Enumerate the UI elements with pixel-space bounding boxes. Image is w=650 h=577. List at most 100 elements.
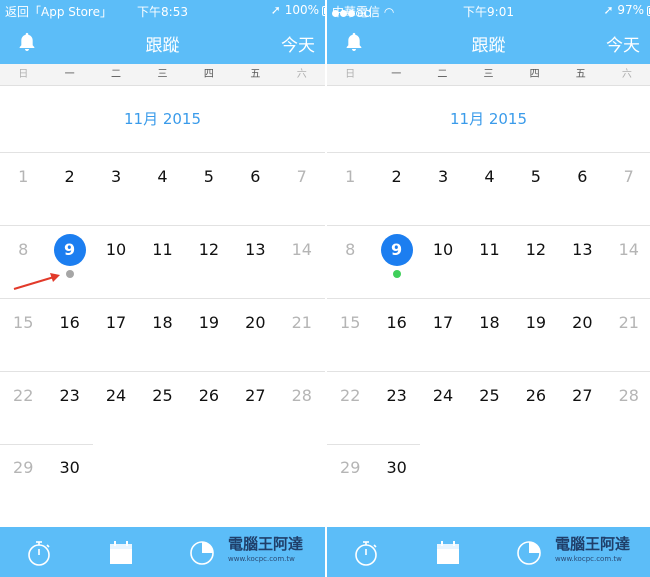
weekday-thu: 四: [203, 69, 214, 80]
day-cell[interactable]: 17: [420, 299, 466, 371]
day-cell[interactable]: 21: [606, 299, 650, 371]
weekday-wed: 三: [157, 69, 168, 80]
day-cell[interactable]: 28: [279, 372, 325, 444]
calendar-icon[interactable]: [107, 539, 135, 567]
day-cell[interactable]: 22: [0, 372, 46, 444]
day-cell[interactable]: 6: [232, 153, 278, 225]
day-cell[interactable]: 5: [513, 153, 559, 225]
status-bar: 中華電信 ◠ 下午9:01 ➚ 97%: [327, 0, 650, 20]
day-cell[interactable]: 19: [186, 299, 232, 371]
today-number: 9: [380, 234, 413, 266]
day-cell[interactable]: 13: [232, 226, 278, 298]
weekday-sun: 日: [18, 69, 29, 80]
day-cell[interactable]: 15: [327, 299, 373, 371]
day-cell[interactable]: 23: [373, 372, 419, 444]
day-cell[interactable]: 21: [279, 299, 325, 371]
day-cell[interactable]: 19: [513, 299, 559, 371]
calendar-icon[interactable]: [434, 539, 462, 567]
day-cell[interactable]: 11: [466, 226, 512, 298]
month-label: 11月 2015: [123, 110, 202, 128]
weekday-tue: 二: [111, 69, 122, 80]
weekday-tue: 二: [437, 69, 448, 80]
watermark-url: www.kocpc.com.tw: [555, 555, 622, 563]
weekday-fri: 五: [575, 69, 586, 80]
pie-chart-icon[interactable]: [188, 539, 216, 567]
today-button[interactable]: 今天: [606, 31, 640, 56]
weekday-sat: 六: [296, 69, 307, 80]
day-cell[interactable]: 23: [46, 372, 92, 444]
day-cell[interactable]: 28: [606, 372, 650, 444]
day-cell[interactable]: 22: [327, 372, 373, 444]
day-cell[interactable]: 8: [327, 226, 373, 298]
day-cell[interactable]: 16: [46, 299, 92, 371]
day-cell[interactable]: 18: [139, 299, 185, 371]
day-cell[interactable]: 20: [232, 299, 278, 371]
day-cell[interactable]: 30: [46, 444, 92, 517]
day-cell[interactable]: 25: [139, 372, 185, 444]
day-cell[interactable]: 12: [513, 226, 559, 298]
day-cell[interactable]: 14: [606, 226, 650, 298]
day-cell[interactable]: 26: [186, 372, 232, 444]
day-cell[interactable]: 17: [93, 299, 139, 371]
screen-right: 中華電信 ◠ 下午9:01 ➚ 97% 跟蹤 今天 日 一 二 三 四 五 六 …: [325, 0, 650, 577]
weekday-header: 日 一 二 三 四 五 六: [0, 64, 325, 86]
day-cell[interactable]: 5: [186, 153, 232, 225]
day-cell[interactable]: 6: [559, 153, 605, 225]
status-time: 下午9:01: [463, 5, 514, 19]
tab-bar: 電腦王阿達 www.kocpc.com.tw: [327, 527, 650, 577]
day-cell[interactable]: 15: [0, 299, 46, 371]
day-cell[interactable]: 4: [139, 153, 185, 225]
day-cell[interactable]: 4: [466, 153, 512, 225]
day-cell[interactable]: 14: [279, 226, 325, 298]
day-cell[interactable]: 16: [373, 299, 419, 371]
day-cell[interactable]: 10: [420, 226, 466, 298]
screen-left: 返回「App Store」 下午8:53 ➚ 100% 跟蹤 今天 日 一 二 …: [0, 0, 325, 577]
day-cell[interactable]: 29: [0, 444, 46, 517]
week-row: 29 30: [0, 444, 325, 517]
day-cell[interactable]: 20: [559, 299, 605, 371]
location-icon: ➚: [270, 3, 281, 17]
day-cell[interactable]: 2: [46, 153, 92, 225]
day-cell[interactable]: 27: [232, 372, 278, 444]
day-cell[interactable]: 25: [466, 372, 512, 444]
stopwatch-icon[interactable]: [352, 539, 380, 567]
day-cell[interactable]: 30: [373, 444, 419, 517]
day-cell[interactable]: 24: [420, 372, 466, 444]
day-cell[interactable]: 13: [559, 226, 605, 298]
day-cell[interactable]: 11: [139, 226, 185, 298]
page-title: 跟蹤: [471, 36, 506, 56]
day-cell[interactable]: 12: [186, 226, 232, 298]
tab-bar: 電腦王阿達 www.kocpc.com.tw: [0, 527, 325, 577]
day-cell-today[interactable]: 9: [373, 226, 419, 298]
status-right: ➚ 97%: [603, 3, 650, 17]
watermark-url: www.kocpc.com.tw: [228, 555, 295, 563]
weekday-sat: 六: [621, 69, 632, 80]
day-cell[interactable]: 3: [93, 153, 139, 225]
day-cell[interactable]: 26: [513, 372, 559, 444]
today-button[interactable]: 今天: [281, 31, 315, 56]
day-cell[interactable]: 7: [279, 153, 325, 225]
battery-percent: 100%: [284, 3, 319, 17]
day-cell[interactable]: 10: [93, 226, 139, 298]
day-cell[interactable]: 1: [0, 153, 46, 225]
week-row: 1 2 3 4 5 6 7: [0, 152, 325, 225]
week-row: 15 16 17 18 19 20 21: [0, 298, 325, 371]
day-cell[interactable]: 27: [559, 372, 605, 444]
day-cell[interactable]: 29: [327, 444, 373, 517]
day-cell[interactable]: 1: [327, 153, 373, 225]
day-cell[interactable]: 3: [420, 153, 466, 225]
watermark-title: 電腦王阿達: [228, 535, 304, 553]
stopwatch-icon[interactable]: [25, 539, 53, 567]
day-cell[interactable]: 7: [606, 153, 650, 225]
week-row: 1 2 3 4 5 6 7: [327, 152, 650, 225]
day-cell[interactable]: 2: [373, 153, 419, 225]
location-icon: ➚: [603, 3, 614, 17]
page-title: 跟蹤: [145, 36, 180, 56]
day-cell[interactable]: 24: [93, 372, 139, 444]
weekday-mon: 一: [391, 69, 402, 80]
weekday-wed: 三: [483, 69, 494, 80]
event-dot: [65, 270, 74, 278]
day-cell[interactable]: 18: [466, 299, 512, 371]
pie-chart-icon[interactable]: [515, 539, 543, 567]
month-label: 11月 2015: [449, 110, 528, 128]
